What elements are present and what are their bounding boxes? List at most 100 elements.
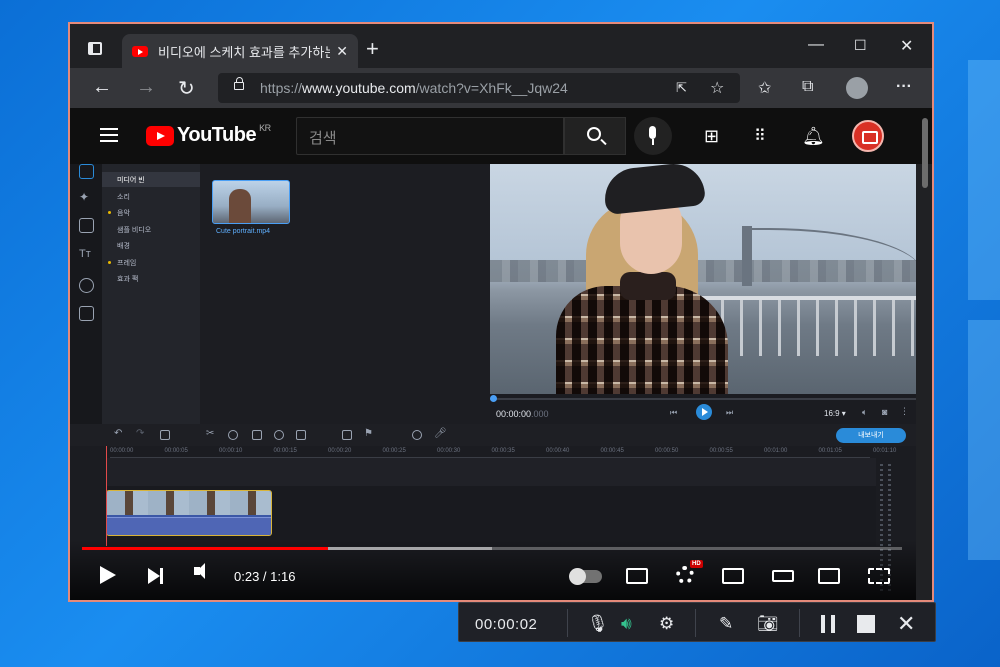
- volume-icon[interactable]: [194, 563, 205, 579]
- preview-time: 00:00:00: [496, 409, 532, 419]
- toolbar-divider: [567, 609, 568, 637]
- open-in-app-icon[interactable]: ⇱: [676, 80, 687, 96]
- search-input[interactable]: 검색: [296, 117, 564, 155]
- ruler-tick: 00:01:10: [873, 448, 897, 454]
- settings-gear-icon[interactable]: [676, 566, 694, 584]
- autoplay-toggle[interactable]: [569, 568, 602, 585]
- forward-button[interactable]: →: [136, 76, 156, 99]
- export-button: 내보내기: [836, 428, 906, 443]
- editor-volume-icon: 🔈︎: [862, 407, 868, 417]
- clip-properties-icon: [296, 430, 306, 440]
- voice-search-icon[interactable]: [634, 117, 672, 155]
- ruler-tick: 00:00:50: [655, 448, 679, 454]
- ruler-tick: 00:00:55: [709, 448, 733, 454]
- url-host: www.youtube.com: [302, 80, 416, 96]
- refresh-button[interactable]: ↻: [178, 76, 195, 101]
- hd-badge: HD: [690, 560, 703, 568]
- maximize-button[interactable]: ☐: [854, 37, 867, 54]
- ruler-tick: 00:00:15: [273, 448, 297, 454]
- desktop-windows-logo-pane: [968, 320, 1000, 560]
- search-icon: [587, 127, 601, 141]
- screenshot-camera-icon[interactable]: 📷︎: [757, 614, 779, 634]
- ruler-tick: 00:01:00: [764, 448, 788, 454]
- more-menu-icon[interactable]: ···: [896, 78, 912, 96]
- page-scrollbar[interactable]: [922, 118, 928, 188]
- preview-plaid-coat: [556, 286, 728, 394]
- next-button[interactable]: [148, 568, 163, 584]
- category-label: 프레임: [117, 259, 137, 267]
- toolbar-divider: [799, 609, 800, 637]
- back-button[interactable]: ←: [92, 76, 112, 99]
- preview-scrubber-handle: [490, 395, 497, 402]
- url-path: /watch?v=XhFk__Jqw24: [415, 80, 568, 96]
- category-item: 소리: [102, 189, 200, 204]
- system-audio-icon[interactable]: 🔊︎: [621, 614, 632, 634]
- close-window-button[interactable]: ✕: [900, 36, 913, 56]
- url-field[interactable]: https://www.youtube.com/watch?v=XhFk__Jq…: [218, 73, 740, 103]
- preview-timecode: 00:00:00.000: [496, 409, 549, 419]
- video-player[interactable]: ✦ Tт 미디어 빈 소리 음악 샘플 비디오 배경 프레임 효과 팩 Cute portr…: [70, 164, 916, 600]
- subtitles-icon[interactable]: [626, 568, 648, 584]
- youtube-logo[interactable]: YouTube KR: [146, 123, 271, 147]
- youtube-logo-text: YouTube: [177, 124, 257, 146]
- browser-window: 비디오에 스케치 효과를 추가하는 ✕ + — ☐ ✕ ← → ↻ https:…: [68, 22, 934, 602]
- lock-icon[interactable]: [234, 77, 244, 90]
- cast-icon[interactable]: [818, 568, 840, 584]
- ruler-tick: 00:00:10: [219, 448, 243, 454]
- new-tab-button[interactable]: +: [366, 36, 379, 62]
- prev-frame-icon: ⏮: [670, 408, 678, 417]
- category-label: 배경: [117, 243, 130, 250]
- recorder-settings-icon[interactable]: ⚙: [659, 614, 674, 634]
- transitions-icon: [79, 218, 94, 233]
- preview-controls: 00:00:00.000 ⏮ ⏭ 16:9 ▾ 🔈︎ ◙ ⋮: [490, 394, 916, 424]
- more-tools-icon: [79, 306, 94, 321]
- youtube-header: YouTube KR 검색 ⊞ ⠿ 🔔︎: [70, 108, 932, 164]
- tab-actions-icon[interactable]: [88, 42, 102, 55]
- active-tab[interactable]: 비디오에 스케치 효과를 추가하는 ✕: [122, 34, 358, 68]
- menu-icon[interactable]: [100, 128, 118, 142]
- tab-close-icon[interactable]: ✕: [336, 43, 348, 60]
- miniplayer-icon[interactable]: [722, 568, 744, 584]
- recording-timer: 00:00:02: [475, 616, 538, 633]
- title-track: [106, 458, 876, 486]
- category-label: 음악: [117, 210, 130, 217]
- preview-time-ms: .000: [531, 409, 549, 419]
- preview-bridge-cable: [752, 228, 916, 278]
- profile-avatar[interactable]: [846, 77, 868, 99]
- time-display: 0:23 / 1:16: [234, 569, 296, 584]
- media-filename: Cute portrait.mp4: [216, 228, 271, 235]
- delete-icon: [160, 430, 170, 440]
- titles-icon: Tт: [79, 248, 91, 260]
- media-bin: Cute portrait.mp4: [200, 164, 490, 424]
- snapshot-icon: ◙: [882, 407, 888, 417]
- category-item: 미디어 빈: [102, 172, 200, 187]
- add-favorite-icon[interactable]: ☆: [710, 78, 724, 98]
- mic-muted-icon[interactable]: 🎙︎: [587, 614, 609, 634]
- editor-preview: [490, 164, 916, 394]
- ruler-tick: 00:00:35: [491, 448, 515, 454]
- minimize-button[interactable]: —: [808, 36, 824, 54]
- notifications-bell-icon[interactable]: 🔔︎: [802, 126, 825, 147]
- collections-icon[interactable]: ⧉: [802, 78, 813, 96]
- account-avatar[interactable]: [852, 120, 884, 152]
- close-recorder-button[interactable]: ✕: [897, 611, 915, 637]
- new-badge-dot: [108, 211, 111, 214]
- webcam-icon: [412, 430, 422, 440]
- stop-recording-button[interactable]: [857, 615, 875, 633]
- play-button[interactable]: [100, 566, 116, 584]
- aspect-ratio: 16:9 ▾: [824, 409, 846, 418]
- pause-recording-button[interactable]: [821, 615, 835, 633]
- draw-pencil-icon[interactable]: ✎: [719, 614, 733, 634]
- editor-left-rail: ✦ Tт: [70, 164, 102, 424]
- fullscreen-icon[interactable]: [868, 568, 890, 584]
- search-button[interactable]: [564, 117, 626, 155]
- create-video-icon[interactable]: ⊞: [704, 126, 719, 147]
- category-item: 효과 팩: [102, 271, 200, 286]
- new-badge-dot: [108, 260, 111, 264]
- theater-mode-icon[interactable]: [772, 570, 794, 582]
- favorites-icon[interactable]: ✩: [758, 78, 771, 98]
- redo-icon: ↷: [136, 428, 145, 439]
- import-icon: [79, 164, 94, 179]
- progress-bar[interactable]: [82, 547, 902, 550]
- apps-grid-icon[interactable]: ⠿: [754, 126, 766, 146]
